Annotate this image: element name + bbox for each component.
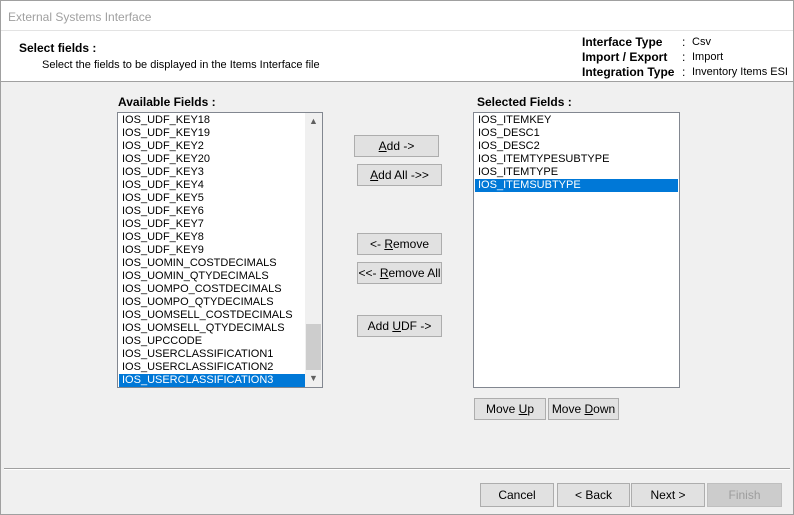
available-list-item[interactable]: IOS_UOMSELL_QTYDECIMALS xyxy=(119,322,305,335)
footer-divider xyxy=(4,468,790,470)
selected-fields-list[interactable]: IOS_ITEMKEY IOS_DESC1 IOS_DESC2 IOS_ITEMTYP… xyxy=(473,112,680,388)
info-value: Csv xyxy=(692,36,711,48)
available-list-item[interactable]: IOS_UPCCODE xyxy=(119,335,305,348)
available-list-item[interactable]: IOS_USERCLASSIFICATION1 xyxy=(119,348,305,361)
info-value: Import xyxy=(692,51,724,63)
window-title: External Systems Interface xyxy=(8,10,152,24)
info-row-interface-type: Interface Type : Csv xyxy=(582,35,792,50)
wizard-header: Select fields : Select the fields to be … xyxy=(1,31,793,82)
scroll-up-icon[interactable]: ▲ xyxy=(305,113,322,130)
selected-list-item[interactable]: IOS_DESC1 xyxy=(475,127,678,140)
finish-button: Finish xyxy=(707,483,782,507)
info-separator: : xyxy=(682,50,686,64)
available-list-item[interactable]: IOS_UDF_KEY7 xyxy=(119,218,305,231)
available-list-item[interactable]: IOS_UDF_KEY2 xyxy=(119,140,305,153)
info-row-integration-type: Integration Type : Inventory Items ESI xyxy=(582,65,792,80)
available-list-item[interactable]: IOS_UDF_KEY20 xyxy=(119,153,305,166)
available-list-item[interactable]: IOS_UOMPO_QTYDECIMALS xyxy=(119,296,305,309)
available-list-item[interactable]: IOS_UDF_KEY3 xyxy=(119,166,305,179)
cancel-button[interactable]: Cancel xyxy=(480,483,554,507)
add-button[interactable]: Add -> xyxy=(354,135,439,157)
available-list-item[interactable]: IOS_UDF_KEY4 xyxy=(119,179,305,192)
scroll-down-icon[interactable]: ▼ xyxy=(305,370,322,387)
add-all-button[interactable]: Add All ->> xyxy=(357,164,442,186)
info-label: Integration Type xyxy=(582,65,675,79)
available-fields-list[interactable]: IOS_UDF_KEY18 IOS_UDF_KEY19 IOS_UDF_KEY2 IO… xyxy=(117,112,323,388)
available-list-item[interactable]: IOS_UOMPO_COSTDECIMALS xyxy=(119,283,305,296)
info-value: Inventory Items ESI xyxy=(692,66,788,78)
info-row-import-export: Import / Export : Import xyxy=(582,50,792,65)
available-list-item[interactable]: IOS_UDF_KEY9 xyxy=(119,244,305,257)
available-list-item[interactable]: IOS_UDF_KEY5 xyxy=(119,192,305,205)
scrollbar-thumb[interactable] xyxy=(306,324,321,370)
remove-all-button[interactable]: <<- Remove All xyxy=(357,262,442,284)
available-list-item[interactable]: IOS_UDF_KEY8 xyxy=(119,231,305,244)
external-systems-interface-window: External Systems Interface Select fields… xyxy=(0,0,794,515)
selected-list-item[interactable]: IOS_ITEMTYPESUBTYPE xyxy=(475,153,678,166)
interface-info: Interface Type : Csv Import / Export : I… xyxy=(582,35,792,80)
available-list-item[interactable]: IOS_USERCLASSIFICATION2 xyxy=(119,361,305,374)
next-button[interactable]: Next > xyxy=(631,483,705,507)
available-fields-items: IOS_UDF_KEY18 IOS_UDF_KEY19 IOS_UDF_KEY2 IO… xyxy=(119,114,305,387)
remove-button[interactable]: <- Remove xyxy=(357,233,442,255)
info-separator: : xyxy=(682,35,686,49)
selected-list-item[interactable]: IOS_ITEMTYPE xyxy=(475,166,678,179)
page-subtitle: Select the fields to be displayed in the… xyxy=(42,59,320,71)
selected-list-item[interactable]: IOS_ITEMSUBTYPE xyxy=(475,179,678,192)
available-fields-scrollbar[interactable]: ▲ ▼ xyxy=(305,113,322,387)
selected-list-item[interactable]: IOS_DESC2 xyxy=(475,140,678,153)
available-list-item[interactable]: IOS_UDF_KEY6 xyxy=(119,205,305,218)
page-title: Select fields : xyxy=(19,41,97,55)
info-label: Interface Type xyxy=(582,35,663,49)
available-fields-label: Available Fields : xyxy=(118,95,216,109)
move-up-button[interactable]: Move Up xyxy=(474,398,546,420)
selected-fields-items: IOS_ITEMKEY IOS_DESC1 IOS_DESC2 IOS_ITEMTYP… xyxy=(475,114,678,192)
back-button[interactable]: < Back xyxy=(557,483,630,507)
info-label: Import / Export xyxy=(582,50,668,64)
move-down-button[interactable]: Move Down xyxy=(548,398,619,420)
selected-list-item[interactable]: IOS_ITEMKEY xyxy=(475,114,678,127)
title-bar: External Systems Interface xyxy=(1,1,793,31)
add-udf-button[interactable]: Add UDF -> xyxy=(357,315,442,337)
available-list-item[interactable]: IOS_USERCLASSIFICATION3 xyxy=(119,374,305,387)
available-list-item[interactable]: IOS_UOMSELL_COSTDECIMALS xyxy=(119,309,305,322)
available-list-item[interactable]: IOS_UDF_KEY19 xyxy=(119,127,305,140)
available-list-item[interactable]: IOS_UDF_KEY18 xyxy=(119,114,305,127)
selected-fields-label: Selected Fields : xyxy=(477,95,572,109)
available-list-item[interactable]: IOS_UOMIN_COSTDECIMALS xyxy=(119,257,305,270)
available-list-item[interactable]: IOS_UOMIN_QTYDECIMALS xyxy=(119,270,305,283)
info-separator: : xyxy=(682,65,686,79)
